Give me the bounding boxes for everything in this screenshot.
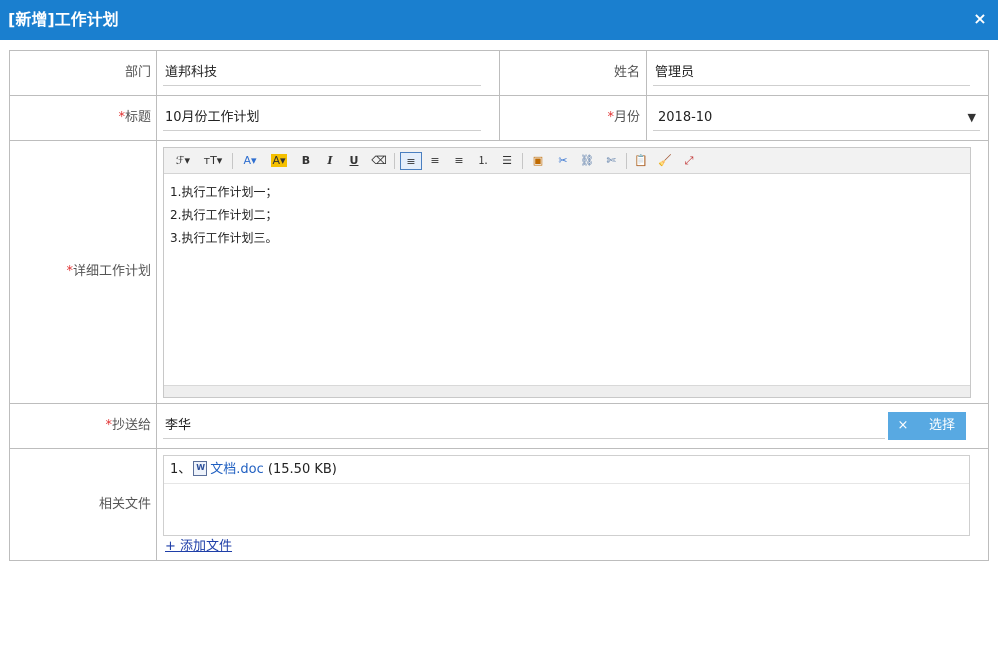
chevron-down-icon: ▼ bbox=[967, 111, 976, 124]
italic-icon[interactable]: I bbox=[322, 152, 338, 170]
underline-icon[interactable]: U bbox=[346, 152, 362, 170]
close-icon[interactable]: × bbox=[970, 9, 990, 29]
dialog-titlebar: [新增]工作计划 × bbox=[0, 0, 998, 40]
fullscreen-icon[interactable]: ⤢ bbox=[680, 152, 698, 170]
file-index: 1、 bbox=[170, 462, 192, 477]
detail-label: *详细工作计划 bbox=[66, 264, 151, 279]
toolbar-separator bbox=[522, 153, 523, 169]
ordered-list-icon[interactable]: ⒈ bbox=[474, 152, 492, 170]
column-divider bbox=[646, 51, 647, 140]
title-label: *标题 bbox=[118, 110, 151, 125]
plan-form: 部门 道邦科技 姓名 管理员 *标题 10月份工作计划 *月份 2018-10 … bbox=[9, 50, 989, 561]
bold-icon[interactable]: B bbox=[298, 152, 314, 170]
word-doc-icon bbox=[193, 461, 208, 476]
file-list: 1、 文档.doc (15.50 KB) bbox=[163, 455, 970, 536]
column-divider bbox=[156, 51, 157, 560]
font-color-icon[interactable]: A▾ bbox=[240, 152, 260, 170]
link-icon[interactable]: ⛓ bbox=[578, 152, 596, 170]
toolbar-separator bbox=[394, 153, 395, 169]
clean-format-icon[interactable]: 🧹 bbox=[656, 152, 674, 170]
cut-icon[interactable]: ✂ bbox=[554, 152, 572, 170]
month-select[interactable]: 2018-10 ▼ bbox=[653, 105, 980, 131]
department-label: 部门 bbox=[124, 65, 151, 80]
font-family-icon[interactable]: ℱ▾ bbox=[172, 152, 194, 170]
files-label: 相关文件 bbox=[98, 497, 151, 512]
rich-text-editor[interactable]: ℱ▾ тT▾ A▾ A▾ B I U ⌫ ≡ ≡ ≡ ⒈ ☰ ▣ ✂ ⛓ ✄ 📋… bbox=[163, 147, 971, 398]
unlink-icon[interactable]: ✄ bbox=[602, 152, 620, 170]
month-value: 2018-10 bbox=[658, 110, 713, 125]
file-row: 1、 文档.doc (15.50 KB) bbox=[164, 456, 969, 484]
file-link[interactable]: 文档.doc bbox=[210, 462, 264, 477]
cc-field[interactable]: 李华 bbox=[163, 413, 885, 439]
editor-content[interactable]: 1.执行工作计划一； 2.执行工作计划二； 3.执行工作计划三。 bbox=[164, 175, 970, 386]
eraser-icon[interactable]: ⌫ bbox=[370, 152, 388, 170]
month-label: *月份 bbox=[607, 110, 640, 125]
department-field[interactable]: 道邦科技 bbox=[163, 60, 481, 86]
font-size-icon[interactable]: тT▾ bbox=[200, 152, 226, 170]
insert-image-icon[interactable]: ▣ bbox=[528, 152, 548, 170]
align-left-icon[interactable]: ≡ bbox=[400, 152, 422, 170]
editor-line: 3.执行工作计划三。 bbox=[170, 231, 278, 245]
toolbar-separator bbox=[626, 153, 627, 169]
editor-line: 1.执行工作计划一； bbox=[170, 185, 278, 199]
cc-label: *抄送给 bbox=[105, 418, 151, 433]
align-center-icon[interactable]: ≡ bbox=[426, 152, 444, 170]
unordered-list-icon[interactable]: ☰ bbox=[498, 152, 516, 170]
name-label: 姓名 bbox=[613, 65, 640, 80]
dialog-title: [新增]工作计划 bbox=[8, 10, 119, 29]
file-size: (15.50 KB) bbox=[267, 462, 337, 477]
add-file-link[interactable]: + 添加文件 bbox=[165, 538, 232, 556]
title-input[interactable]: 10月份工作计划 bbox=[163, 105, 481, 131]
choose-cc-button[interactable]: 选择 bbox=[918, 412, 966, 440]
paste-icon[interactable]: 📋 bbox=[632, 152, 650, 170]
highlight-color-icon[interactable]: A▾ bbox=[268, 152, 290, 170]
editor-toolbar: ℱ▾ тT▾ A▾ A▾ B I U ⌫ ≡ ≡ ≡ ⒈ ☰ ▣ ✂ ⛓ ✄ 📋… bbox=[164, 148, 970, 174]
align-right-icon[interactable]: ≡ bbox=[450, 152, 468, 170]
toolbar-separator bbox=[232, 153, 233, 169]
name-field[interactable]: 管理员 bbox=[653, 60, 970, 86]
clear-cc-button[interactable]: × bbox=[888, 412, 918, 440]
editor-statusbar bbox=[164, 385, 970, 397]
editor-line: 2.执行工作计划二； bbox=[170, 208, 278, 222]
